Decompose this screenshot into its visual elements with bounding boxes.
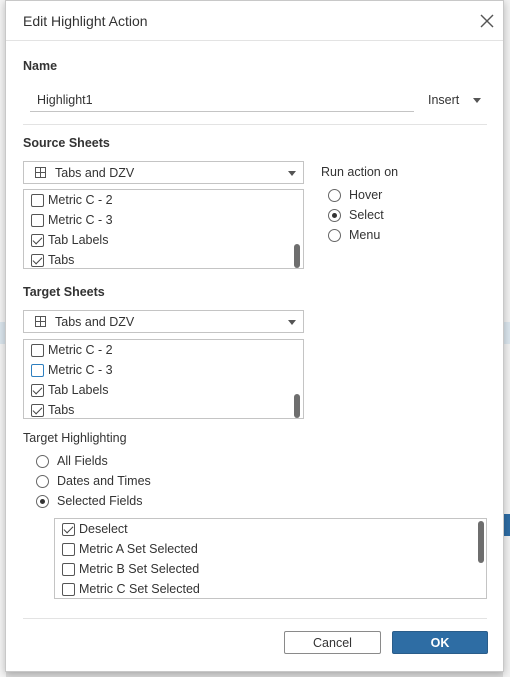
radio-button[interactable] [328, 228, 341, 242]
checkbox[interactable] [62, 542, 75, 556]
list-item-label: Tabs [48, 403, 75, 417]
source-sheets-list[interactable]: Metric C - 2 Metric C - 3 Tab Labels Tab… [23, 189, 304, 269]
source-sheets-selected: Tabs and DZV [55, 166, 135, 180]
list-item[interactable]: Metric A Set Selected [62, 539, 198, 559]
checkbox[interactable] [31, 193, 44, 207]
radio-label: Menu [349, 228, 381, 242]
radio-label: Selected Fields [57, 494, 143, 508]
checkbox[interactable] [62, 562, 75, 576]
background-right-button [503, 514, 510, 536]
radio-button-selected[interactable] [328, 208, 341, 222]
list-item[interactable]: Tabs [31, 400, 75, 418]
ok-button[interactable]: OK [392, 631, 488, 654]
scrollbar-thumb[interactable] [294, 244, 300, 268]
selected-fields-list[interactable]: Deselect Metric A Set Selected Metric B … [54, 518, 487, 599]
target-highlighting-label: Target Highlighting [23, 431, 127, 445]
radio-label: Select [349, 208, 384, 222]
dashboard-grid-icon [35, 167, 46, 178]
list-item[interactable]: Tabs [31, 250, 75, 268]
list-item[interactable]: Metric C - 3 [31, 360, 113, 380]
chevron-down-icon[interactable] [473, 98, 481, 103]
checkbox-checked[interactable] [31, 233, 44, 247]
source-sheets-dropdown[interactable]: Tabs and DZV [23, 161, 304, 184]
run-action-on-label: Run action on [321, 165, 399, 179]
name-label: Name [23, 59, 58, 73]
list-item-label: Metric C - 3 [48, 363, 113, 377]
radio-hover[interactable]: Hover [328, 185, 382, 205]
chevron-down-icon [288, 320, 296, 325]
dialog-title: Edit Highlight Action [23, 13, 148, 29]
list-item-label: Metric C - 2 [48, 193, 113, 207]
insert-dropdown[interactable]: Insert [428, 93, 459, 107]
checkbox-focused[interactable] [31, 363, 44, 377]
scrollbar-thumb[interactable] [478, 521, 484, 563]
target-sheets-list[interactable]: Metric C - 2 Metric C - 3 Tab Labels Tab… [23, 339, 304, 419]
list-item-label: Deselect [79, 522, 128, 536]
divider [23, 618, 487, 619]
list-item[interactable]: Deselect [62, 519, 128, 539]
radio-label: All Fields [57, 454, 108, 468]
radio-label: Dates and Times [57, 474, 151, 488]
scrollbar-thumb[interactable] [294, 394, 300, 418]
list-item[interactable]: Tab Labels [31, 380, 108, 400]
checkbox[interactable] [31, 343, 44, 357]
radio-dates-and-times[interactable]: Dates and Times [36, 471, 151, 491]
radio-button-selected[interactable] [36, 494, 49, 508]
checkbox-checked[interactable] [31, 383, 44, 397]
list-item-label: Metric A Set Selected [79, 542, 198, 556]
list-item[interactable]: Metric C - 2 [31, 190, 113, 210]
list-item-label: Tab Labels [48, 233, 109, 247]
edit-highlight-action-dialog: Edit Highlight Action Name Insert Source… [5, 0, 504, 672]
checkbox[interactable] [62, 582, 75, 596]
checkbox-checked[interactable] [62, 522, 75, 536]
chevron-down-icon [288, 171, 296, 176]
radio-button[interactable] [36, 454, 49, 468]
checkbox-checked[interactable] [31, 403, 44, 417]
radio-menu[interactable]: Menu [328, 225, 380, 245]
list-item-label: Tabs [48, 253, 75, 267]
radio-all-fields[interactable]: All Fields [36, 451, 108, 471]
checkbox-checked[interactable] [31, 253, 44, 267]
radio-label: Hover [349, 188, 383, 202]
list-item[interactable]: Metric C - 2 [31, 340, 113, 360]
radio-selected-fields[interactable]: Selected Fields [36, 491, 142, 511]
list-item-label: Metric B Set Selected [79, 562, 200, 576]
source-sheets-label: Source Sheets [23, 136, 110, 150]
checkbox[interactable] [31, 213, 44, 227]
background-right-selected-row [503, 322, 510, 344]
list-item-label: Tab Labels [48, 383, 109, 397]
divider [23, 124, 487, 125]
list-item-label: Metric C - 2 [48, 343, 113, 357]
dialog-titlebar: Edit Highlight Action [6, 1, 503, 41]
dashboard-grid-icon [35, 316, 46, 327]
close-icon[interactable] [478, 12, 496, 30]
radio-select[interactable]: Select [328, 205, 384, 225]
radio-button[interactable] [36, 474, 49, 488]
target-sheets-selected: Tabs and DZV [55, 315, 135, 329]
cancel-button[interactable]: Cancel [284, 631, 381, 654]
target-sheets-label: Target Sheets [23, 285, 105, 299]
list-item[interactable]: Tab Labels [31, 230, 108, 250]
list-item[interactable]: Metric C Set Selected [62, 579, 200, 598]
list-item-label: Metric C Set Selected [79, 582, 200, 596]
radio-button[interactable] [328, 188, 341, 202]
list-item-label: Metric C - 3 [48, 213, 113, 227]
name-input[interactable] [30, 89, 414, 112]
list-item[interactable]: Metric B Set Selected [62, 559, 199, 579]
list-item[interactable]: Metric C - 3 [31, 210, 113, 230]
target-sheets-dropdown[interactable]: Tabs and DZV [23, 310, 304, 333]
